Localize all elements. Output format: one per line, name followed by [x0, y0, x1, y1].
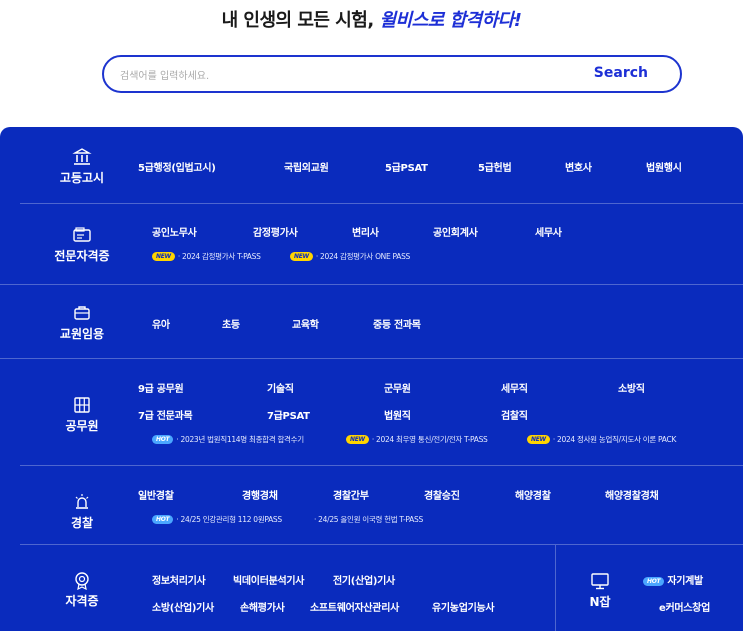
link-item[interactable]: 군무원 — [384, 380, 411, 395]
row-divider — [0, 358, 743, 359]
new-badge: NEW — [527, 435, 550, 444]
link-item[interactable]: 중등 전과목 — [373, 316, 421, 331]
link-item[interactable]: 소프트웨어자산관리사 — [310, 599, 399, 614]
category-license[interactable]: 전문자격증 — [42, 225, 122, 264]
headline: 내 인생의 모든 시험, 윌비스로 합격하다! — [0, 6, 743, 32]
hot-badge: HOT — [152, 515, 174, 524]
link-item[interactable]: 검찰직 — [501, 407, 528, 422]
license-card-icon — [73, 227, 91, 242]
new-badge: NEW — [152, 252, 175, 261]
link-item[interactable]: 소방(산업)기사 — [152, 599, 214, 614]
link-item[interactable]: 교육학 — [292, 316, 319, 331]
link-item[interactable]: 빅데이터분석기사 — [233, 572, 305, 587]
link-item-self-dev[interactable]: HOT 자기계발 — [643, 572, 703, 587]
category-njob[interactable]: N잡 — [560, 571, 640, 610]
cabinet-icon — [74, 397, 90, 413]
promo-text: · 2024 감정평가사 T-PASS — [177, 252, 261, 261]
new-badge: NEW — [346, 435, 369, 444]
row-divider — [20, 544, 555, 545]
search-input[interactable] — [118, 65, 562, 87]
link-item[interactable]: 해양경찰경채 — [605, 487, 659, 502]
promo-text: · 24/25 인강관리형 112 0원PASS — [176, 515, 282, 524]
link-item[interactable]: 일반경찰 — [138, 487, 174, 502]
category-name: N잡 — [589, 595, 611, 609]
link-item[interactable]: 5급헌법 — [478, 159, 512, 174]
promo-link[interactable]: NEW · 2024 감정평가사 ONE PASS — [290, 251, 410, 262]
siren-icon — [75, 494, 89, 509]
search-bar: Search — [102, 55, 682, 93]
link-item[interactable]: 유기농업기능사 — [432, 599, 495, 614]
category-name: 자격증 — [65, 594, 99, 608]
promo-link[interactable]: NEW · 2024 감정평가사 T-PASS — [152, 251, 261, 262]
pillar-building-icon — [72, 148, 92, 165]
promo-link[interactable]: NEW · 2024 정사원 농업직/지도사 이론 PACK — [527, 434, 676, 445]
category-teacher[interactable]: 교원임용 — [42, 303, 122, 342]
link-item[interactable]: 기술직 — [267, 380, 294, 395]
link-item[interactable]: 유아 — [152, 316, 170, 331]
category-police[interactable]: 경찰 — [42, 492, 122, 531]
link-item[interactable]: 변리사 — [352, 224, 379, 239]
promo-text: · 24/25 올인원 이국령 헌법 T-PASS — [314, 515, 423, 524]
row-divider — [0, 284, 743, 285]
link-item[interactable]: 초등 — [222, 316, 240, 331]
link-item[interactable]: 변호사 — [565, 159, 592, 174]
promo-text: · 2024 정사원 농업직/지도사 이론 PACK — [552, 435, 677, 444]
category-name: 공무원 — [65, 419, 99, 433]
link-item[interactable]: 법원직 — [384, 407, 411, 422]
link-item[interactable]: 5급행정(입법고시) — [138, 159, 216, 174]
link-item[interactable]: 세무직 — [501, 380, 528, 395]
category-gosi[interactable]: 고등고시 — [42, 147, 122, 186]
category-civil[interactable]: 공무원 — [42, 395, 122, 434]
row-divider — [20, 465, 743, 466]
category-name: 교원임용 — [59, 327, 105, 341]
link-item[interactable]: 해양경찰 — [515, 487, 551, 502]
link-item[interactable]: 소방직 — [618, 380, 645, 395]
promo-link[interactable]: NEW · 2024 최우영 통신/전기/전자 T-PASS — [346, 434, 488, 445]
briefcase-icon — [74, 306, 90, 320]
link-item[interactable]: 5급PSAT — [385, 159, 428, 174]
link-item[interactable]: 공인회계사 — [433, 224, 478, 239]
headline-prefix: 내 인생의 모든 시험, — [221, 10, 380, 31]
link-item[interactable]: 경행경채 — [242, 487, 278, 502]
promo-link[interactable]: · 24/25 올인원 이국령 헌법 T-PASS — [314, 514, 423, 525]
link-item[interactable]: 국립외교원 — [284, 159, 329, 174]
headline-accent: 윌비스로 합격하다! — [379, 10, 522, 31]
link-item[interactable]: 손해평가사 — [240, 599, 285, 614]
link-item[interactable]: 9급 공무원 — [138, 380, 184, 395]
monitor-icon — [591, 573, 609, 590]
promo-link[interactable]: HOT · 2023년 법원직114명 최종합격 합격수기 — [152, 434, 304, 445]
promo-link[interactable]: HOT · 24/25 인강관리형 112 0원PASS — [152, 514, 282, 525]
link-item[interactable]: 7급 전문과목 — [138, 407, 193, 422]
hot-badge: HOT — [643, 577, 665, 586]
search-button[interactable]: Search — [594, 65, 648, 81]
link-item[interactable]: 경찰승진 — [424, 487, 460, 502]
link-label: 자기계발 — [667, 576, 703, 587]
category-cert[interactable]: 자격증 — [42, 570, 122, 609]
link-item[interactable]: 경찰간부 — [333, 487, 369, 502]
link-item[interactable]: 정보처리기사 — [152, 572, 206, 587]
promo-text: · 2023년 법원직114명 최종합격 합격수기 — [176, 435, 304, 444]
category-name: 고등고시 — [59, 171, 105, 185]
row-divider — [20, 203, 743, 204]
new-badge: NEW — [290, 252, 313, 261]
link-item[interactable]: 공인노무사 — [152, 224, 197, 239]
category-name: 전문자격증 — [54, 249, 110, 263]
medal-icon — [75, 572, 89, 590]
link-item[interactable]: 전기(산업)기사 — [333, 572, 395, 587]
hot-badge: HOT — [152, 435, 174, 444]
link-item-ecommerce[interactable]: e커머스창업 — [659, 599, 710, 614]
promo-text: · 2024 최우영 통신/전기/전자 T-PASS — [371, 435, 488, 444]
link-item[interactable]: 법원행시 — [646, 159, 682, 174]
category-name: 경찰 — [70, 516, 94, 530]
link-item[interactable]: 감정평가사 — [253, 224, 298, 239]
link-item[interactable]: 세무사 — [535, 224, 562, 239]
link-item[interactable]: 7급PSAT — [267, 407, 310, 422]
promo-text: · 2024 감정평가사 ONE PASS — [315, 252, 410, 261]
